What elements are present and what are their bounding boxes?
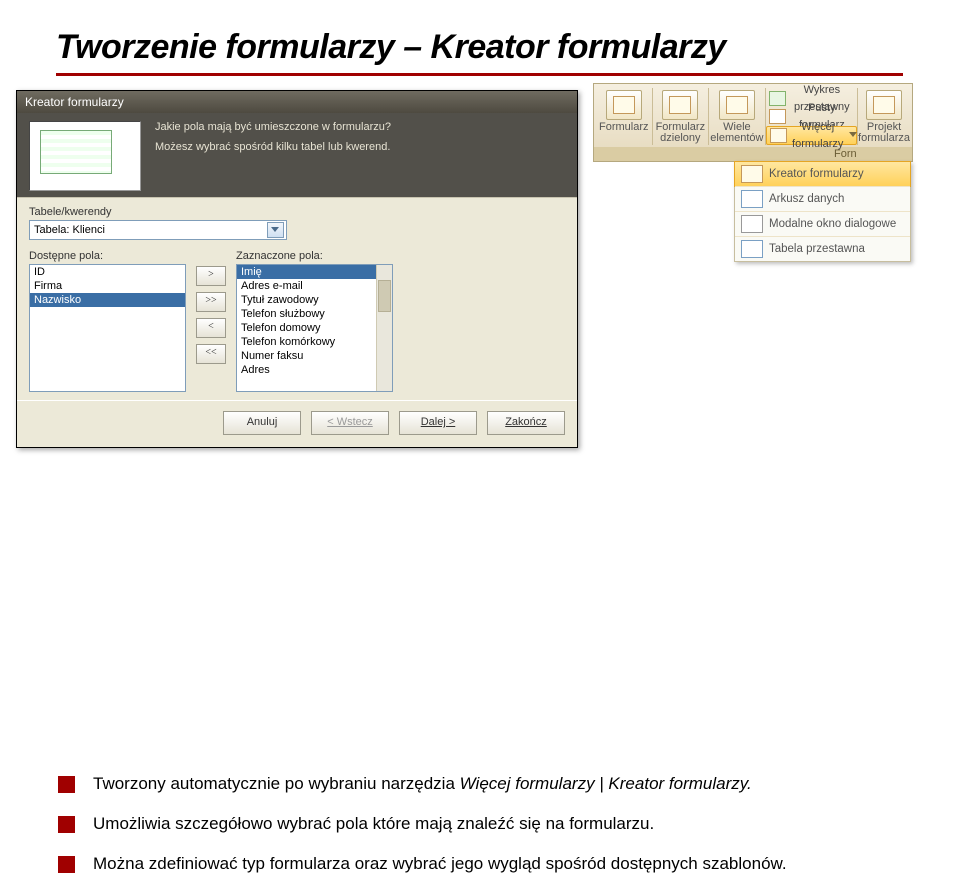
available-fields-label: Dostępne pola: [29,250,186,262]
pivot-table-icon [741,240,763,258]
list-item[interactable]: Adres [237,363,392,377]
tables-queries-label: Tabele/kwerendy [29,206,565,218]
ribbon-btn-wiele-elementow[interactable]: Wiele elementów [708,88,765,145]
next-button[interactable]: Dalej > [399,411,477,435]
list-item[interactable]: Numer faksu [237,349,392,363]
wizard-hint: Możesz wybrać spośród kilku tabel lub kw… [155,141,391,153]
bullet-icon [58,816,75,833]
list-item[interactable]: Imię [237,265,392,279]
dd-item-label: Tabela przestawna [769,243,865,255]
back-button-label: < Wstecz [327,416,373,428]
form-wizard-window: Kreator formularzy Jakie pola mają być u… [16,90,578,448]
ribbon-btn-formularz-dzielony[interactable]: Formularz dzielony [652,88,709,145]
more-forms-icon [770,128,787,143]
bullet-item: Umożliwia szczegółowo wybrać pola które … [58,810,895,838]
dd-item-label: Kreator formularzy [769,168,864,180]
bullet-text-em: Więcej formularzy | Kreator formularzy. [460,774,752,793]
combo-value: Tabela: Klienci [34,224,267,236]
wizard-prompt: Jakie pola mają być umieszczone w formul… [155,121,391,191]
wizard-question: Jakie pola mają być umieszczone w formul… [155,121,391,133]
ribbon-label: Formularz dzielony [653,122,709,144]
add-all-button[interactable]: >> [196,292,226,312]
remove-all-button[interactable]: << [196,344,226,364]
ribbon-forms-group: Formularz Formularz dzielony Wiele eleme… [593,84,913,262]
available-fields-list[interactable]: ID Firma Nazwisko [29,264,186,392]
more-forms-dropdown: Kreator formularzy Arkusz danych Modalne… [734,161,911,262]
bullet-text: Tworzony automatycznie po wybraniu narzę… [93,770,752,798]
wizard-body: Tabele/kwerendy Tabela: Klienci Dostępne… [17,198,577,400]
list-item[interactable]: Telefon służbowy [237,307,392,321]
screenshot-area: Formularz Formularz dzielony Wiele eleme… [56,90,903,410]
dd-arkusz-danych[interactable]: Arkusz danych [735,186,910,211]
wizard-header: Jakie pola mają być umieszczone w formul… [17,113,577,198]
window-title: Kreator formularzy [17,91,577,113]
ribbon-label: Formularz [596,122,652,133]
list-item[interactable]: Nazwisko [30,293,185,307]
finish-button[interactable]: Zakończ [487,411,565,435]
title-rule [56,73,903,76]
dd-item-label: Modalne okno dialogowe [769,218,896,230]
combo-chevron-icon[interactable] [267,222,284,238]
tables-queries-combo[interactable]: Tabela: Klienci [29,220,287,240]
wizard-graphic-icon [29,121,141,191]
dd-tabela-przestawna[interactable]: Tabela przestawna [735,236,910,261]
split-form-icon [662,90,698,120]
ribbon-item-wiecej-formularzy[interactable]: Więcej formularzy [766,126,857,145]
bullet-item: Tworzony automatycznie po wybraniu narzę… [58,770,895,798]
bullet-list: Tworzony automatycznie po wybraniu narzę… [56,770,903,878]
form-design-icon [866,90,902,120]
chevron-down-icon [849,132,853,139]
bullet-item: Można zdefiniować typ formularza oraz wy… [58,850,895,878]
dd-kreator-formularzy[interactable]: Kreator formularzy [734,161,911,187]
bullet-text-part: Tworzony automatycznie po wybraniu narzę… [93,774,460,793]
ribbon-group-caption: Forn [593,147,913,162]
ribbon-label: Projekt formularza [858,122,910,144]
ribbon-btn-formularz[interactable]: Formularz [596,88,652,145]
wizard-icon [741,165,763,183]
dd-modalne-okno[interactable]: Modalne okno dialogowe [735,211,910,236]
page-title: Tworzenie formularzy – Kreator formularz… [56,28,903,67]
datasheet-icon [741,190,763,208]
form-icon [606,90,642,120]
list-item[interactable]: Adres e-mail [237,279,392,293]
cancel-button[interactable]: Anuluj [223,411,301,435]
bullet-text-part: Można zdefiniować typ formularza oraz wy… [93,854,787,873]
list-item[interactable]: Telefon domowy [237,321,392,335]
list-item[interactable]: Tytuł zawodowy [237,293,392,307]
bullet-text: Można zdefiniować typ formularza oraz wy… [93,850,787,878]
next-button-label: Dalej > [421,416,456,428]
list-item[interactable]: Telefon komórkowy [237,335,392,349]
bullet-icon [58,776,75,793]
scrollbar[interactable] [376,265,392,391]
ribbon-side-list: Wykres przestawny Pusty formularz Więcej… [765,88,857,145]
pivot-chart-icon [769,91,786,106]
bullet-text-part: Umożliwia szczegółowo wybrać pola które … [93,814,654,833]
back-button[interactable]: < Wstecz [311,411,389,435]
transfer-buttons: > >> < << [196,250,226,364]
ribbon-groups: Formularz Formularz dzielony Wiele eleme… [593,83,913,148]
blank-form-icon [769,109,786,124]
ribbon-btn-projekt[interactable]: Projekt formularza [857,88,910,145]
list-item[interactable]: ID [30,265,185,279]
selected-fields-list[interactable]: Imię Adres e-mail Tytuł zawodowy Telefon… [236,264,393,392]
dd-item-label: Arkusz danych [769,193,844,205]
bullet-icon [58,856,75,873]
modal-dialog-icon [741,215,763,233]
wizard-footer: Anuluj < Wstecz Dalej > Zakończ [17,400,577,447]
bullet-text: Umożliwia szczegółowo wybrać pola które … [93,810,654,838]
add-button[interactable]: > [196,266,226,286]
ribbon-label: Wiele elementów [709,122,765,144]
multi-items-icon [719,90,755,120]
list-item[interactable]: Firma [30,279,185,293]
finish-button-label: Zakończ [505,416,547,428]
selected-fields-label: Zaznaczone pola: [236,250,393,262]
remove-button[interactable]: < [196,318,226,338]
